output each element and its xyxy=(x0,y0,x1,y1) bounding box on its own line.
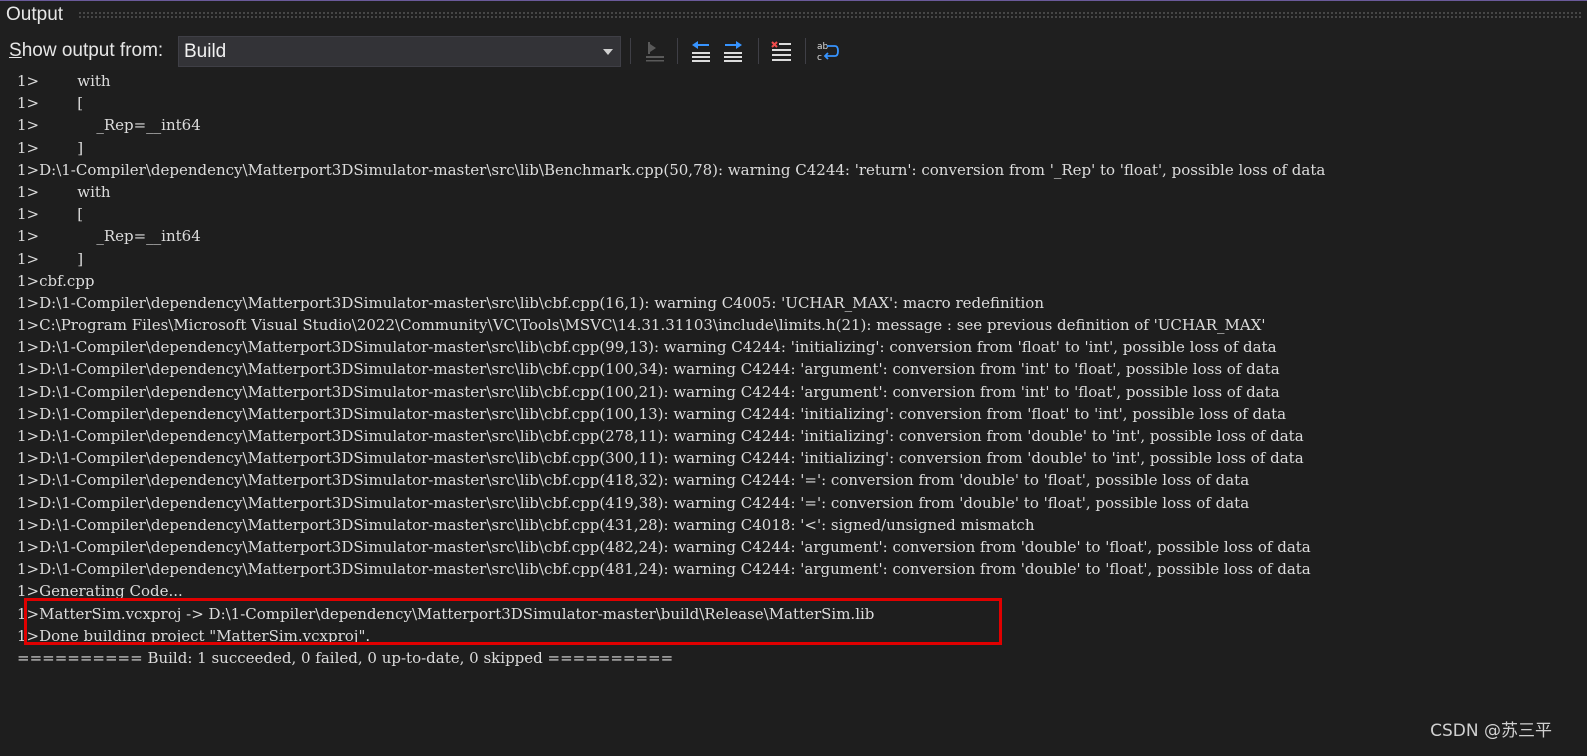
output-line: 1>D:\1-Compiler\dependency\Matterport3DS… xyxy=(17,427,1304,445)
watermark: CSDN @苏三平 xyxy=(1430,721,1552,741)
output-title-bar[interactable]: Output xyxy=(0,0,1587,29)
output-toolbar: Show output from: Build ab c xyxy=(0,30,1587,70)
output-line: 1>D:\1-Compiler\dependency\Matterport3DS… xyxy=(17,515,1035,534)
output-line: 1> _Rep=__int64 xyxy=(17,227,201,246)
show-output-from-label-access-key: S xyxy=(9,40,22,61)
find-message-in-code-button[interactable] xyxy=(640,36,670,66)
output-line: 1>D:\1-Compiler\dependency\Matterport3DS… xyxy=(17,493,1250,512)
go-to-previous-message-icon xyxy=(692,41,710,62)
output-line: 1>D:\1-Compiler\dependency\Matterport3DS… xyxy=(17,449,1304,468)
chevron-down-icon[interactable] xyxy=(603,49,613,55)
output-lines: 1> with 1> [ 1> _Rep=__int64 1> ] 1>D:\1-Com… xyxy=(17,70,1325,669)
output-line: 1>D:\1-Compiler\dependency\Matterport3DS… xyxy=(17,338,1277,357)
toolbar-separator xyxy=(677,38,678,64)
output-source-dropdown[interactable]: Build xyxy=(178,36,621,67)
toolbar-separator xyxy=(805,38,806,64)
output-line: 1> with xyxy=(17,72,111,90)
output-window: Output Show output from: Build ab c 1> w… xyxy=(0,0,1587,756)
output-line: 1> _Rep=__int64 xyxy=(17,116,201,135)
output-line: 1> [ xyxy=(17,94,84,113)
clear-all-icon xyxy=(771,41,791,61)
annotation-highlight-box xyxy=(24,598,1002,645)
output-line: 1>D:\1-Compiler\dependency\Matterport3DS… xyxy=(17,471,1250,490)
clear-all-button[interactable] xyxy=(766,36,796,66)
toolbar-separator xyxy=(630,38,631,64)
go-to-next-message-button[interactable] xyxy=(718,36,748,66)
show-output-from-label: Show output from: xyxy=(9,40,163,62)
toolbar-separator xyxy=(758,38,759,64)
toggle-word-wrap-icon: ab c xyxy=(817,42,839,63)
output-line: 1>cbf.cpp xyxy=(17,271,95,290)
window-title: Output xyxy=(6,4,64,25)
output-line: 1> with xyxy=(17,182,111,201)
output-line: 1>C:\Program Files\Microsoft Visual Stud… xyxy=(17,316,1266,335)
output-line: 1>D:\1-Compiler\dependency\Matterport3DS… xyxy=(17,360,1280,379)
output-line: 1>D:\1-Compiler\dependency\Matterport3DS… xyxy=(17,293,1044,312)
svg-text:c: c xyxy=(817,53,822,63)
output-line: 1>D:\1-Compiler\dependency\Matterport3DS… xyxy=(17,382,1280,401)
output-line: 1>D:\1-Compiler\dependency\Matterport3DS… xyxy=(17,160,1326,179)
output-line: 1>D:\1-Compiler\dependency\Matterport3DS… xyxy=(17,560,1311,579)
go-to-next-message-icon xyxy=(724,41,742,62)
output-line: 1> ] xyxy=(17,138,84,157)
title-bar-grip[interactable] xyxy=(78,11,1581,20)
output-line: 1>D:\1-Compiler\dependency\Matterport3DS… xyxy=(17,537,1311,556)
toggle-word-wrap-button[interactable]: ab c xyxy=(812,36,842,66)
find-message-in-code-icon xyxy=(646,42,664,62)
show-output-from-label-text: how output from: xyxy=(21,40,164,61)
output-line: 1> [ xyxy=(17,205,84,224)
output-text-area[interactable]: 1> with 1> [ 1> _Rep=__int64 1> ] 1>D:\1-Com… xyxy=(0,70,1587,756)
output-line: 1> ] xyxy=(17,249,84,268)
go-to-previous-message-button[interactable] xyxy=(686,36,716,66)
svg-text:ab: ab xyxy=(817,42,829,52)
output-source-value: Build xyxy=(184,41,227,62)
output-line: ========== Build: 1 succeeded, 0 failed,… xyxy=(17,648,674,667)
output-line: 1>D:\1-Compiler\dependency\Matterport3DS… xyxy=(17,404,1287,423)
